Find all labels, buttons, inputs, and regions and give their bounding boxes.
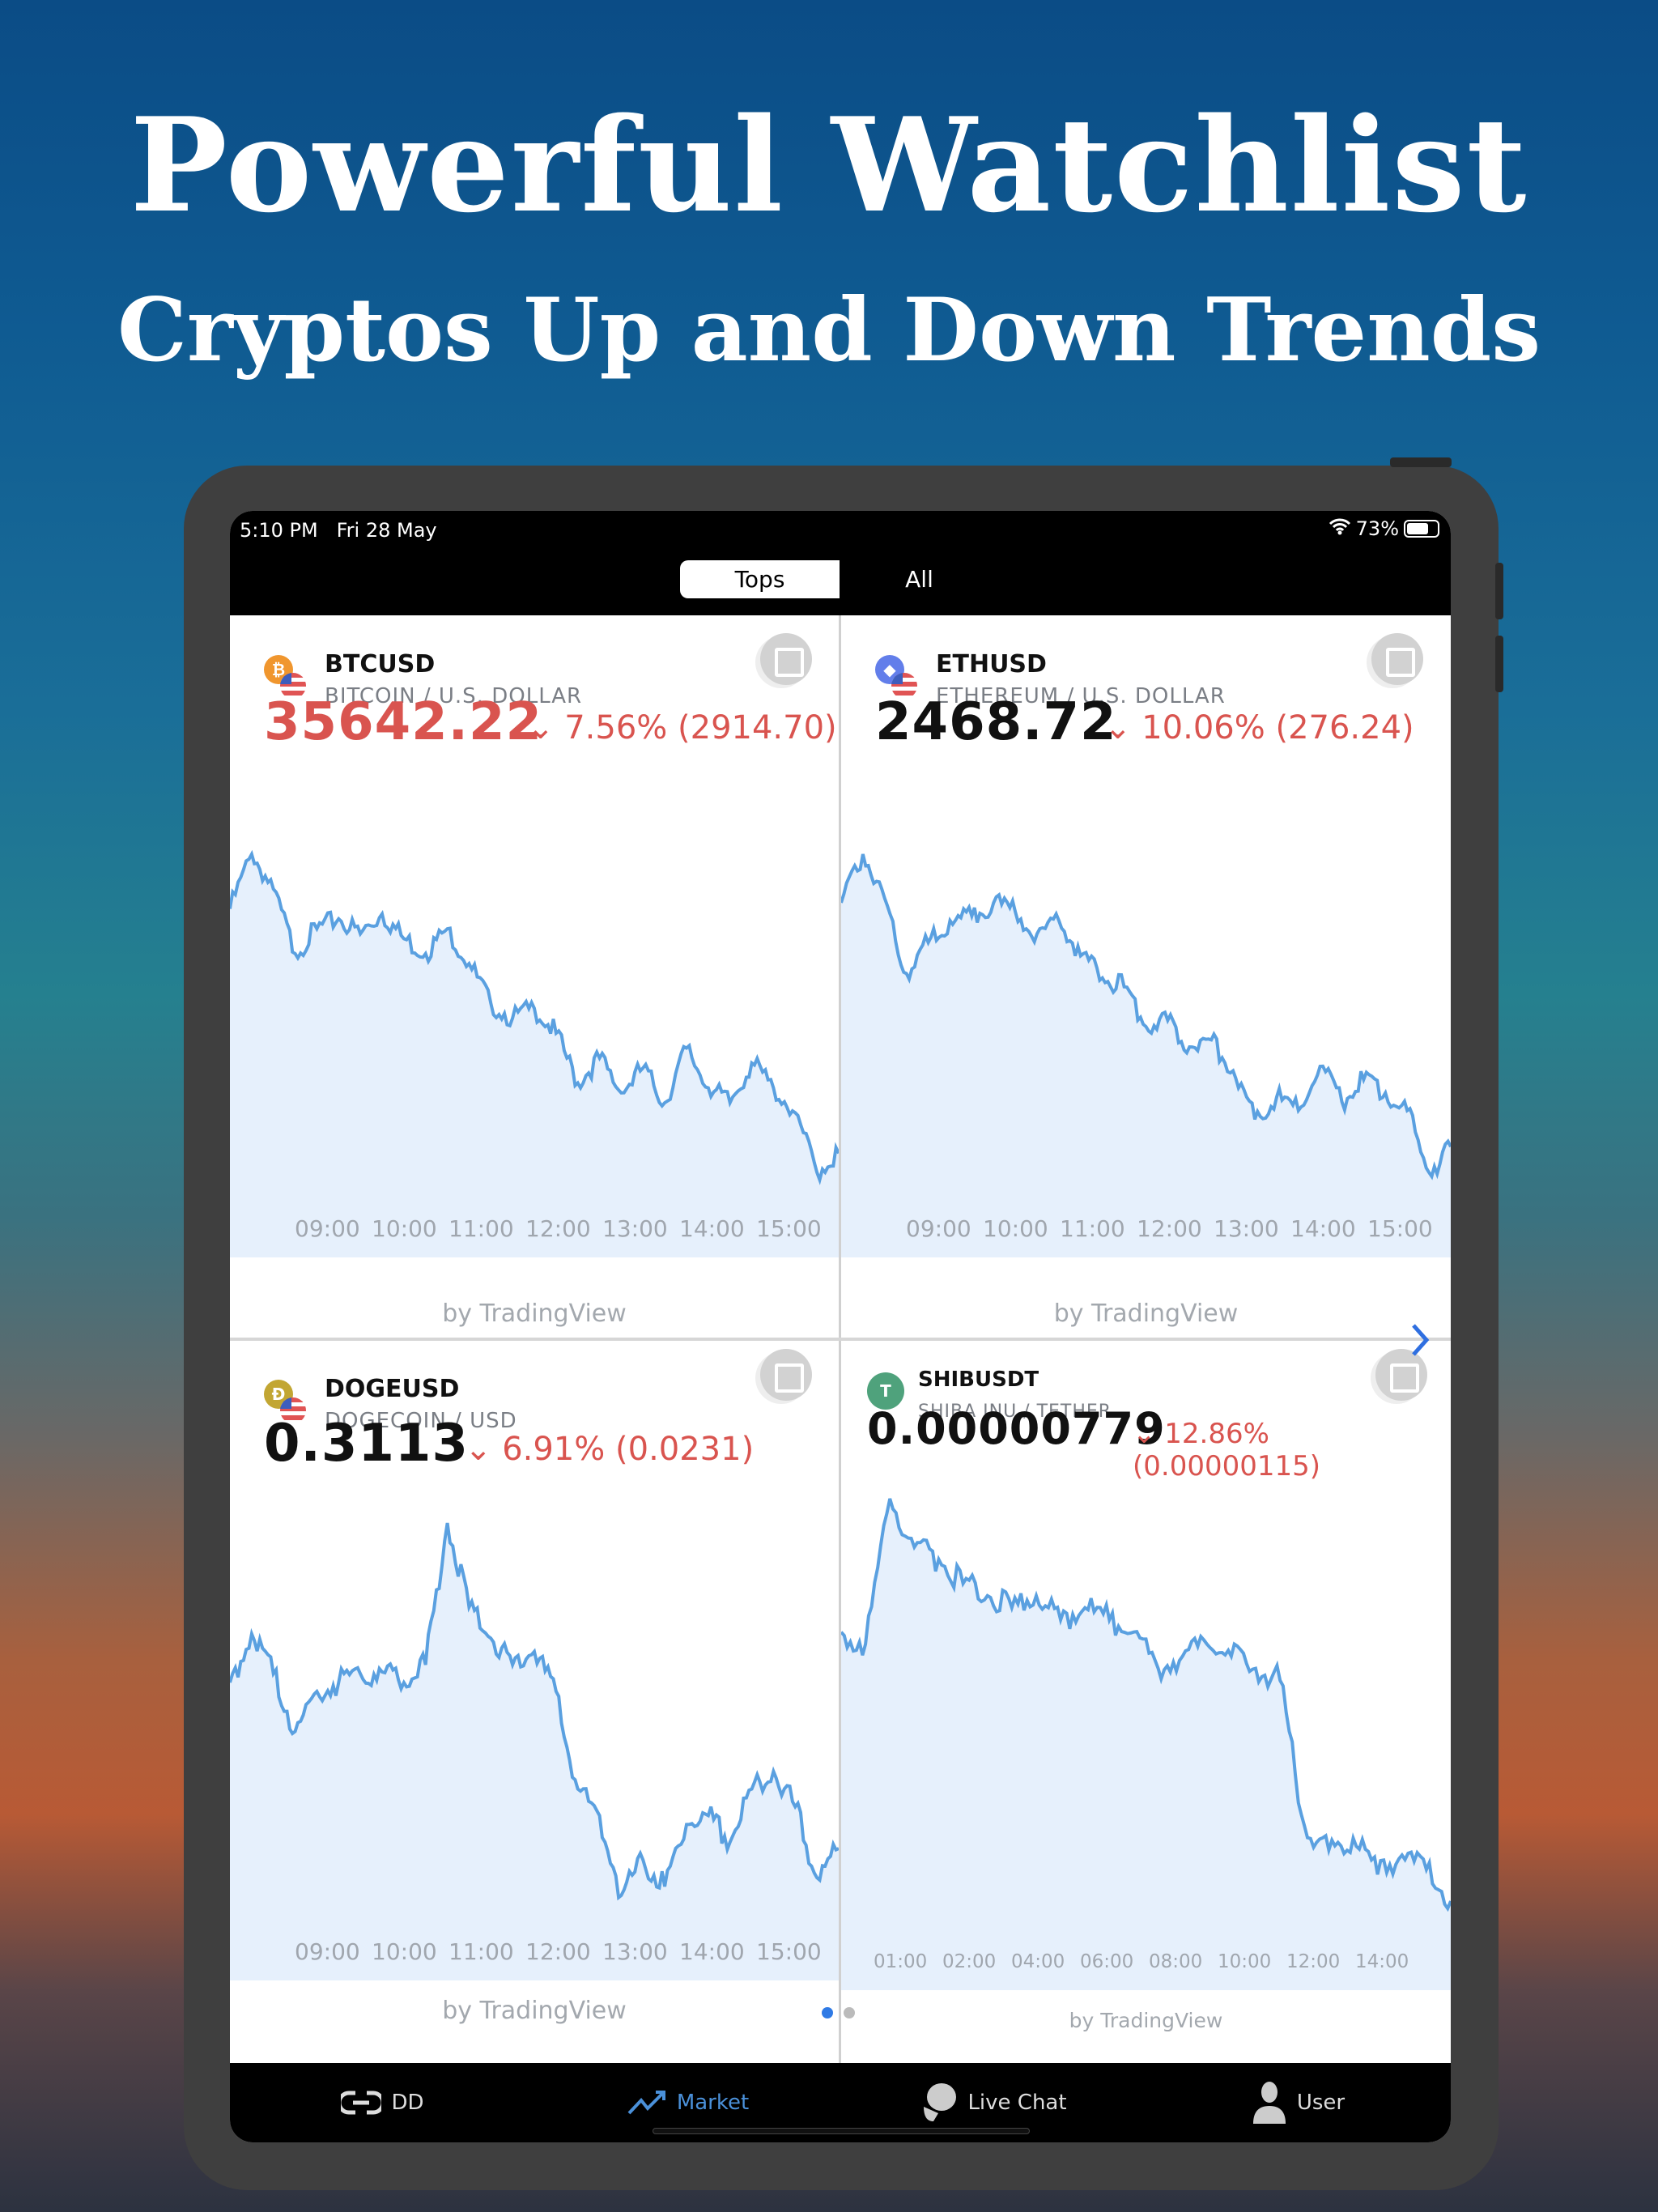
time-axis-label: 09:00 <box>295 1215 360 1242</box>
watchlist-card-btcusd[interactable]: ₿ BTCUSD BITCOIN / U.S. DOLLAR 35642.22 … <box>230 615 839 1338</box>
time-axis-label: 12:00 <box>1137 1215 1202 1242</box>
headline-title: Powerful Watchlist <box>130 89 1528 241</box>
price-chart[interactable] <box>230 1503 839 1980</box>
time-axis-label: 08:00 <box>1149 1951 1203 1972</box>
watchlist-card-dogeusd[interactable]: Ð DOGEUSD DOGECOIN / USD 0.3113 ⌄ 6.91% … <box>230 1341 839 2063</box>
expand-icon[interactable] <box>760 633 812 685</box>
trend-icon <box>627 2091 665 2115</box>
time-axis-label: 15:00 <box>1367 1215 1433 1242</box>
ticker-symbol: ETHUSD <box>936 650 1047 678</box>
top-button <box>1390 457 1452 467</box>
time-axis-label: 14:00 <box>1355 1951 1409 1972</box>
price-change: ⌄ 6.91% (0.0231) <box>465 1430 755 1468</box>
app-screen: 5:10 PM Fri 28 May 73% Tops All ₿ BTCUSD… <box>230 511 1451 2142</box>
nav-label: DD <box>391 2091 424 2115</box>
time-axis-label: 10:00 <box>372 1215 437 1242</box>
volume-up-button <box>1495 563 1503 619</box>
price-area-fill <box>230 1523 839 1980</box>
page-dot[interactable] <box>844 2007 855 2018</box>
time-axis-label: 10:00 <box>983 1215 1048 1242</box>
ticker-symbol: DOGEUSD <box>325 1375 460 1403</box>
last-price: 35642.22 <box>264 692 543 752</box>
tab-all[interactable]: All <box>840 560 999 598</box>
time-axis-label: 06:00 <box>1080 1951 1134 1972</box>
time-axis-label: 10:00 <box>1218 1951 1272 1972</box>
time-axis-label: 12:00 <box>525 1938 591 1965</box>
price-area-fill <box>841 1499 1451 1990</box>
time-axis-label: 14:00 <box>1290 1215 1356 1242</box>
link-icon <box>341 2091 382 2115</box>
battery-icon <box>1404 520 1439 538</box>
status-time: 5:10 PM <box>240 519 318 542</box>
tradingview-attribution[interactable]: by TradingView <box>230 1300 839 1328</box>
expand-icon[interactable] <box>760 1349 812 1401</box>
last-price: 0.00000779 <box>867 1403 1166 1454</box>
time-axis: 09:00 10:00 11:00 12:00 13:00 14:00 15:00 <box>295 1938 822 1965</box>
headline-subtitle: Cryptos Up and Down Trends <box>117 279 1541 381</box>
time-axis: 01:00 02:00 04:00 06:00 08:00 10:00 12:00 14:00 <box>874 1951 1409 1972</box>
nav-label: User <box>1296 2091 1346 2115</box>
ticker-symbol: SHIBUSDT <box>918 1368 1039 1392</box>
time-axis-label: 09:00 <box>295 1938 360 1965</box>
watchlist-card-ethusd[interactable]: ◆ ETHUSD ETHEREUM / U.S. DOLLAR 2468.72 … <box>841 615 1451 1338</box>
row-divider <box>230 1338 1451 1341</box>
nav-label: Market <box>676 2091 750 2115</box>
home-indicator[interactable] <box>653 2128 1030 2134</box>
time-axis-label: 04:00 <box>1011 1951 1065 1972</box>
time-axis-label: 11:00 <box>449 1938 514 1965</box>
price-area-fill <box>230 854 839 1257</box>
time-axis-label: 11:00 <box>1060 1215 1125 1242</box>
price-change: ⌄ 7.56% (2914.70) <box>527 708 837 747</box>
bottom-nav: DD Market Live Chat User <box>230 2063 1451 2142</box>
watchlist-card-shibusdt[interactable]: T SHIBUSDT SHIBA INU / TETHER 0.00000779… <box>841 1341 1451 2063</box>
time-axis-label: 12:00 <box>1286 1951 1341 1972</box>
tradingview-attribution[interactable]: by TradingView <box>841 1300 1451 1328</box>
time-axis-label: 15:00 <box>756 1938 822 1965</box>
volume-down-button <box>1495 636 1503 692</box>
last-price: 2468.72 <box>875 692 1117 752</box>
page-dot-active[interactable] <box>822 2007 833 2018</box>
time-axis-label: 13:00 <box>1214 1215 1279 1242</box>
time-axis: 09:00 10:00 11:00 12:00 13:00 14:00 15:00 <box>295 1215 822 1242</box>
nav-user[interactable]: User <box>1146 2063 1451 2142</box>
time-axis-label: 02:00 <box>942 1951 997 1972</box>
price-area-fill <box>841 854 1451 1257</box>
price-change: ⌄ 12.86% (0.00000115) <box>1133 1418 1321 1482</box>
price-chart[interactable] <box>841 1478 1451 1990</box>
status-date: Fri 28 May <box>336 519 437 542</box>
price-change: ⌄ 10.06% (276.24) <box>1104 708 1414 747</box>
tradingview-attribution[interactable]: by TradingView <box>230 1997 839 2025</box>
chat-icon <box>924 2083 957 2121</box>
time-axis-label: 12:00 <box>525 1215 591 1242</box>
battery-percent: 73% <box>1355 517 1399 540</box>
price-chart[interactable] <box>841 834 1451 1257</box>
expand-icon[interactable] <box>1371 633 1423 685</box>
nav-dd[interactable]: DD <box>230 2063 535 2142</box>
time-axis-label: 14:00 <box>679 1215 745 1242</box>
time-axis: 09:00 10:00 11:00 12:00 13:00 14:00 15:00 <box>906 1215 1433 1242</box>
time-axis-label: 01:00 <box>874 1951 928 1972</box>
last-price: 0.3113 <box>264 1414 469 1474</box>
time-axis-label: 13:00 <box>602 1215 668 1242</box>
time-axis-label: 09:00 <box>906 1215 971 1242</box>
price-chart[interactable] <box>230 834 839 1257</box>
wifi-icon <box>1329 517 1351 540</box>
tab-tops[interactable]: Tops <box>680 560 840 598</box>
user-icon <box>1252 2082 1286 2124</box>
tradingview-attribution[interactable]: by TradingView <box>841 2009 1451 2032</box>
time-axis-label: 10:00 <box>372 1938 437 1965</box>
time-axis-label: 11:00 <box>449 1215 514 1242</box>
status-bar: 5:10 PM Fri 28 May 73% Tops All <box>230 511 1451 616</box>
ticker-symbol: BTCUSD <box>325 650 436 678</box>
time-axis-label: 15:00 <box>756 1215 822 1242</box>
time-axis-label: 14:00 <box>679 1938 745 1965</box>
next-page-chevron-icon[interactable] <box>1404 1321 1436 1361</box>
nav-label: Live Chat <box>967 2091 1067 2115</box>
time-axis-label: 13:00 <box>602 1938 668 1965</box>
